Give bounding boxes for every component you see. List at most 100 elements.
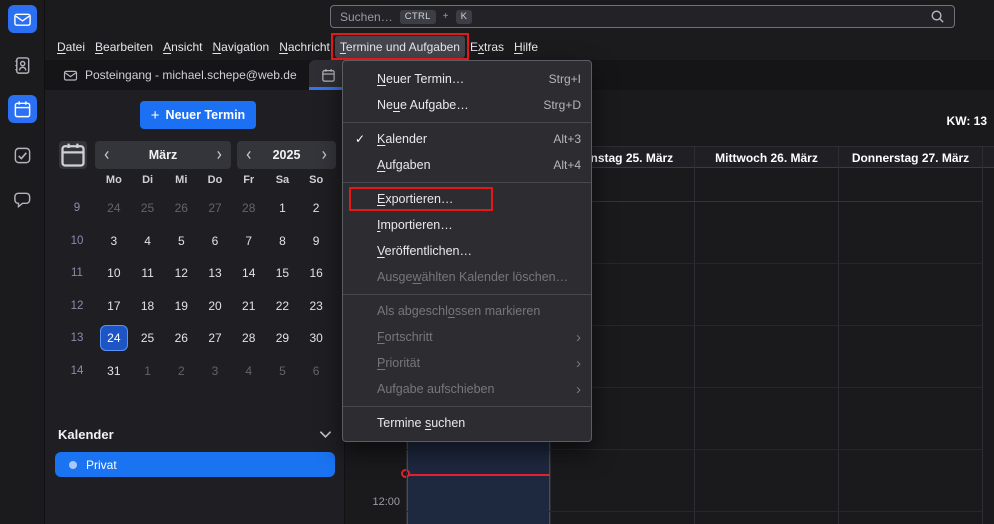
minical-day[interactable]: 27 xyxy=(198,322,232,355)
menu-item-aufgaben[interactable]: AufgabenAlt+4 xyxy=(343,152,591,178)
minical-day[interactable]: 30 xyxy=(299,322,333,355)
menu-item-veröffentlichen[interactable]: Veröffentlichen… xyxy=(343,238,591,264)
minical-day[interactable]: 12 xyxy=(164,257,198,290)
menu-item-shortcut: Alt+3 xyxy=(535,132,581,146)
minical-day[interactable]: 6 xyxy=(299,355,333,388)
day-header-4[interactable]: Donnerstag 27. März xyxy=(839,147,982,168)
minical-today-button[interactable] xyxy=(59,141,87,169)
minical-day[interactable]: 18 xyxy=(131,290,165,323)
minical-day[interactable]: 5 xyxy=(266,355,300,388)
minical-day[interactable]: 21 xyxy=(232,290,266,323)
menu-item-termine-suchen[interactable]: Termine suchen xyxy=(343,410,591,436)
minical-day[interactable]: 3 xyxy=(198,355,232,388)
tasks-space-button[interactable] xyxy=(8,141,37,169)
minical-day[interactable]: 14 xyxy=(232,257,266,290)
minical-day[interactable]: 17 xyxy=(97,290,131,323)
minical-day[interactable]: 4 xyxy=(131,225,165,258)
new-event-button[interactable]: Neuer Termin xyxy=(140,101,256,129)
minical-day[interactable]: 25 xyxy=(131,322,165,355)
minical-day[interactable]: 26 xyxy=(164,192,198,225)
menubar-item-termine-und-aufgaben[interactable]: Termine und Aufgaben xyxy=(335,36,465,58)
minical-day[interactable]: 26 xyxy=(164,322,198,355)
minical-dow-mi: Mi xyxy=(164,168,198,192)
chevron-down-icon[interactable] xyxy=(319,430,332,439)
menu-item-label: Exportieren… xyxy=(377,192,453,206)
minical-dow-so: So xyxy=(299,168,333,192)
address-book-icon xyxy=(13,56,32,75)
minical-day[interactable]: 16 xyxy=(299,257,333,290)
menu-item-neuer-termin[interactable]: Neuer Termin…Strg+I xyxy=(343,66,591,92)
menu-item-importieren[interactable]: Importieren… xyxy=(343,212,591,238)
prev-year-button[interactable] xyxy=(237,141,261,169)
minical-day[interactable]: 6 xyxy=(198,225,232,258)
minical-day[interactable]: 31 xyxy=(97,355,131,388)
minical-day[interactable]: 11 xyxy=(131,257,165,290)
menu-item-neue-aufgabe[interactable]: Neue Aufgabe…Strg+D xyxy=(343,92,591,118)
shortcut-keycap: CTRL xyxy=(400,10,436,24)
next-year-button[interactable] xyxy=(312,141,336,169)
menubar-item-nachricht[interactable]: Nachricht xyxy=(274,36,335,58)
menubar-item-hilfe[interactable]: Hilfe xyxy=(509,36,543,58)
next-month-button[interactable] xyxy=(207,141,231,169)
menubar-item-extras[interactable]: Extras xyxy=(465,36,509,58)
shortcut-keycap: K xyxy=(456,10,473,24)
minical-day[interactable]: 25 xyxy=(131,192,165,225)
termine-und-aufgaben-menu: Neuer Termin…Strg+INeue Aufgabe…Strg+D✓K… xyxy=(342,60,592,442)
minical-day[interactable]: 3 xyxy=(97,225,131,258)
mail-tab-label: Posteingang - michael.schepe@web.de xyxy=(85,68,297,82)
week-number: 10 xyxy=(57,225,97,258)
mail-space-button[interactable] xyxy=(8,5,37,33)
tab-mail-inbox[interactable]: Posteingang - michael.schepe@web.de xyxy=(51,60,309,90)
chevron-right-icon xyxy=(215,149,223,161)
minical-day[interactable]: 22 xyxy=(266,290,300,323)
minical-day[interactable]: 2 xyxy=(299,192,333,225)
prev-month-button[interactable] xyxy=(95,141,119,169)
search-shortcut-hint: CTRL+K xyxy=(393,10,473,24)
minical-day[interactable]: 27 xyxy=(198,192,232,225)
menu-item-label: Importieren… xyxy=(377,218,453,232)
minical-day[interactable]: 1 xyxy=(266,192,300,225)
mail-tab-icon xyxy=(63,68,78,83)
minical-day[interactable]: 28 xyxy=(232,322,266,355)
minical-day[interactable]: 24 xyxy=(97,322,131,355)
menu-item-label: Fortschritt xyxy=(377,330,433,344)
time-label: 12:00 xyxy=(345,496,400,508)
chat-space-button[interactable] xyxy=(8,185,37,213)
minical-day[interactable]: 29 xyxy=(266,322,300,355)
minical-day[interactable]: 10 xyxy=(97,257,131,290)
minical-day[interactable]: 24 xyxy=(97,192,131,225)
minical-day[interactable]: 20 xyxy=(198,290,232,323)
menu-item-exportieren[interactable]: Exportieren… xyxy=(343,186,591,212)
menubar-item-bearbeiten[interactable]: Bearbeiten xyxy=(90,36,158,58)
day-header-3[interactable]: Mittwoch 26. März xyxy=(695,147,838,168)
menu-item-kalender[interactable]: ✓KalenderAlt+3 xyxy=(343,126,591,152)
minical-day[interactable]: 28 xyxy=(232,192,266,225)
minical-day[interactable]: 19 xyxy=(164,290,198,323)
grid-hline xyxy=(406,449,982,450)
calendar-list-header[interactable]: Kalender xyxy=(58,424,332,444)
menu-item-shortcut: Strg+D xyxy=(525,98,581,112)
minical-day[interactable]: 2 xyxy=(164,355,198,388)
minical-day[interactable]: 13 xyxy=(198,257,232,290)
menubar-item-datei[interactable]: Datei xyxy=(52,36,90,58)
minical-day[interactable]: 8 xyxy=(266,225,300,258)
address-book-space-button[interactable] xyxy=(8,51,37,79)
minical-day[interactable]: 4 xyxy=(232,355,266,388)
menubar-item-ansicht[interactable]: Ansicht xyxy=(158,36,207,58)
minical-day[interactable]: 15 xyxy=(266,257,300,290)
minical-day[interactable]: 1 xyxy=(131,355,165,388)
menu-item-label: Veröffentlichen… xyxy=(377,244,472,258)
search-bar[interactable]: Suchen… CTRL+K xyxy=(330,5,955,28)
menu-item-label: Als abgeschlossen markieren xyxy=(377,304,540,318)
menu-item-label: Kalender xyxy=(377,132,427,146)
grid-vline xyxy=(982,146,983,524)
calendar-space-button[interactable] xyxy=(8,95,37,123)
minical-day[interactable]: 23 xyxy=(299,290,333,323)
minical-day[interactable]: 9 xyxy=(299,225,333,258)
calendar-list-item-privat[interactable]: Privat xyxy=(55,452,335,477)
menubar-item-navigation[interactable]: Navigation xyxy=(207,36,274,58)
grid-hline xyxy=(406,511,982,512)
minical-day[interactable]: 5 xyxy=(164,225,198,258)
minical-day[interactable]: 7 xyxy=(232,225,266,258)
minical-dow-do: Do xyxy=(198,168,232,192)
